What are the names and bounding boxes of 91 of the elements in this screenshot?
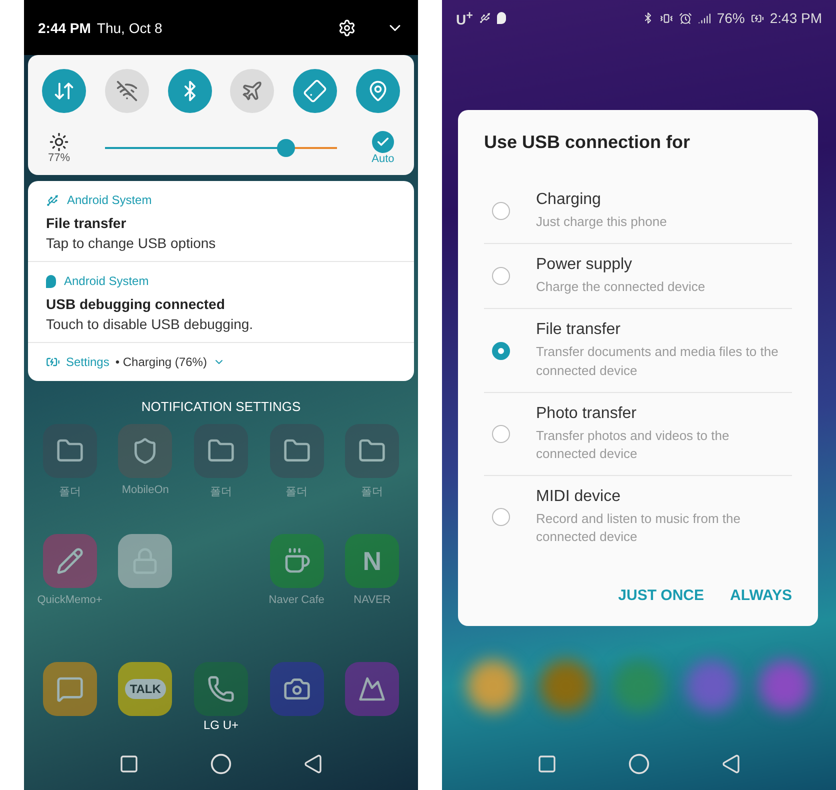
battery-icon [750,12,764,24]
home-button[interactable] [210,753,232,775]
option-label: MIDI device [536,488,622,506]
option-description: Transfer photos and videos to the connected device [536,426,730,463]
carrier-label: U$^{+}$ [456,8,473,28]
phone-icon[interactable] [194,662,248,716]
signal-icon [698,12,711,24]
slider-thumb[interactable] [276,139,295,157]
auto-checkbox[interactable] [372,131,394,153]
app-label: Naver Cafe [268,594,326,606]
vibrate-icon [660,12,673,24]
location-toggle[interactable] [356,69,400,113]
mobile-data-toggle[interactable] [42,69,86,113]
radio-button[interactable] [492,424,510,443]
notification-title: File transfer [46,215,128,231]
brightness-reading: 77% [48,152,70,164]
notification-text: Touch to disable USB debugging. [46,316,254,332]
folder-icon[interactable] [270,424,324,478]
notification[interactable]: Android System File transfer Tap to change USB options [28,181,414,262]
notification-text: Tap to change USB options [46,235,217,251]
dialog-title: Use USB connection for [484,132,692,153]
dialog-button[interactable]: ALWAYS [730,582,792,608]
app-label: 폴더 [208,485,233,499]
dialog-button[interactable]: JUST ONCE [618,582,704,608]
battery-icon [46,355,60,369]
brightness-icon [49,132,69,152]
mountain-icon[interactable] [345,662,400,716]
chat-bubble-icon[interactable] [42,662,97,716]
app-name[interactable]: Settings [66,355,110,369]
charging-status: • Charging (76%) [115,355,207,369]
wifi-toggle[interactable] [104,69,149,113]
clock: 2:43 PM [770,10,822,26]
auto-rotate-toggle[interactable] [293,69,338,113]
option-description: Just charge this phone [536,213,667,231]
p-logo-icon [46,274,56,288]
app-icon[interactable]: TALK [118,662,172,716]
folder-icon[interactable] [194,424,248,478]
option-label: Power supply [536,256,634,274]
folder-icon[interactable] [345,424,400,478]
usb-icon [46,194,59,206]
app-label: 폴더 [360,485,384,499]
radio-button[interactable] [492,342,510,360]
app-label: LG U+ [203,718,238,732]
padlock-icon[interactable] [118,534,172,588]
option-description: Record and listen to music from the connected device [536,510,742,546]
option-description: Transfer documents and media files to the connected device [536,343,780,380]
folder-icon[interactable] [42,424,97,478]
bluetooth-toggle[interactable] [168,69,212,113]
battery-percent: 76% [716,10,745,26]
blurred-app-icon [466,660,519,712]
alarm-icon [678,12,692,24]
camera-icon[interactable] [270,662,324,716]
p-logo-icon [496,12,506,24]
auto-label: Auto [372,153,394,165]
option-label: Photo transfer [536,404,638,423]
notification-title: USB debugging connected [46,296,226,312]
usb-icon [478,12,491,24]
app-label: NAVER [352,594,392,606]
pencil-icon[interactable] [42,534,97,588]
notification-settings-link[interactable]: NOTIFICATION SETTINGS [141,399,301,414]
clock: 2:44 PM [38,20,91,36]
airplane-mode-toggle[interactable] [230,69,274,113]
blurred-app-icon [540,660,592,712]
recents-button[interactable] [119,754,140,774]
app-label: 폴더 [284,485,309,499]
option-description: Charge the connected device [536,278,706,296]
data-icon [53,80,75,102]
shield-icon[interactable] [118,424,172,478]
app-label: 폴더 [58,485,82,499]
radio-button[interactable] [492,267,510,286]
app-name: Android System [67,193,152,207]
date: Thu, Oct 8 [96,20,164,36]
app-name: Android System [64,274,149,288]
checkmark-icon [376,135,390,149]
radio-button[interactable] [492,508,510,526]
option-label: File transfer [536,321,622,340]
option-label: Charging [536,191,602,209]
airplane-icon [241,80,264,102]
radio-button[interactable] [492,202,510,220]
coffee-cup-icon[interactable] [270,534,324,588]
notification[interactable]: Android System USB debugging connected Touch to disable USB debugging. [28,262,414,343]
recents-button[interactable] [537,754,558,774]
app-label: MobileOn [120,484,170,496]
blurred-app-icon [686,660,738,712]
app-label: QuickMemo+ [36,594,104,606]
blurred-app-icon [759,660,812,712]
wifi-icon [116,80,138,102]
settings-icon[interactable] [338,18,356,36]
back-button[interactable] [302,754,323,774]
home-button[interactable] [628,753,650,775]
back-button[interactable] [720,754,741,774]
